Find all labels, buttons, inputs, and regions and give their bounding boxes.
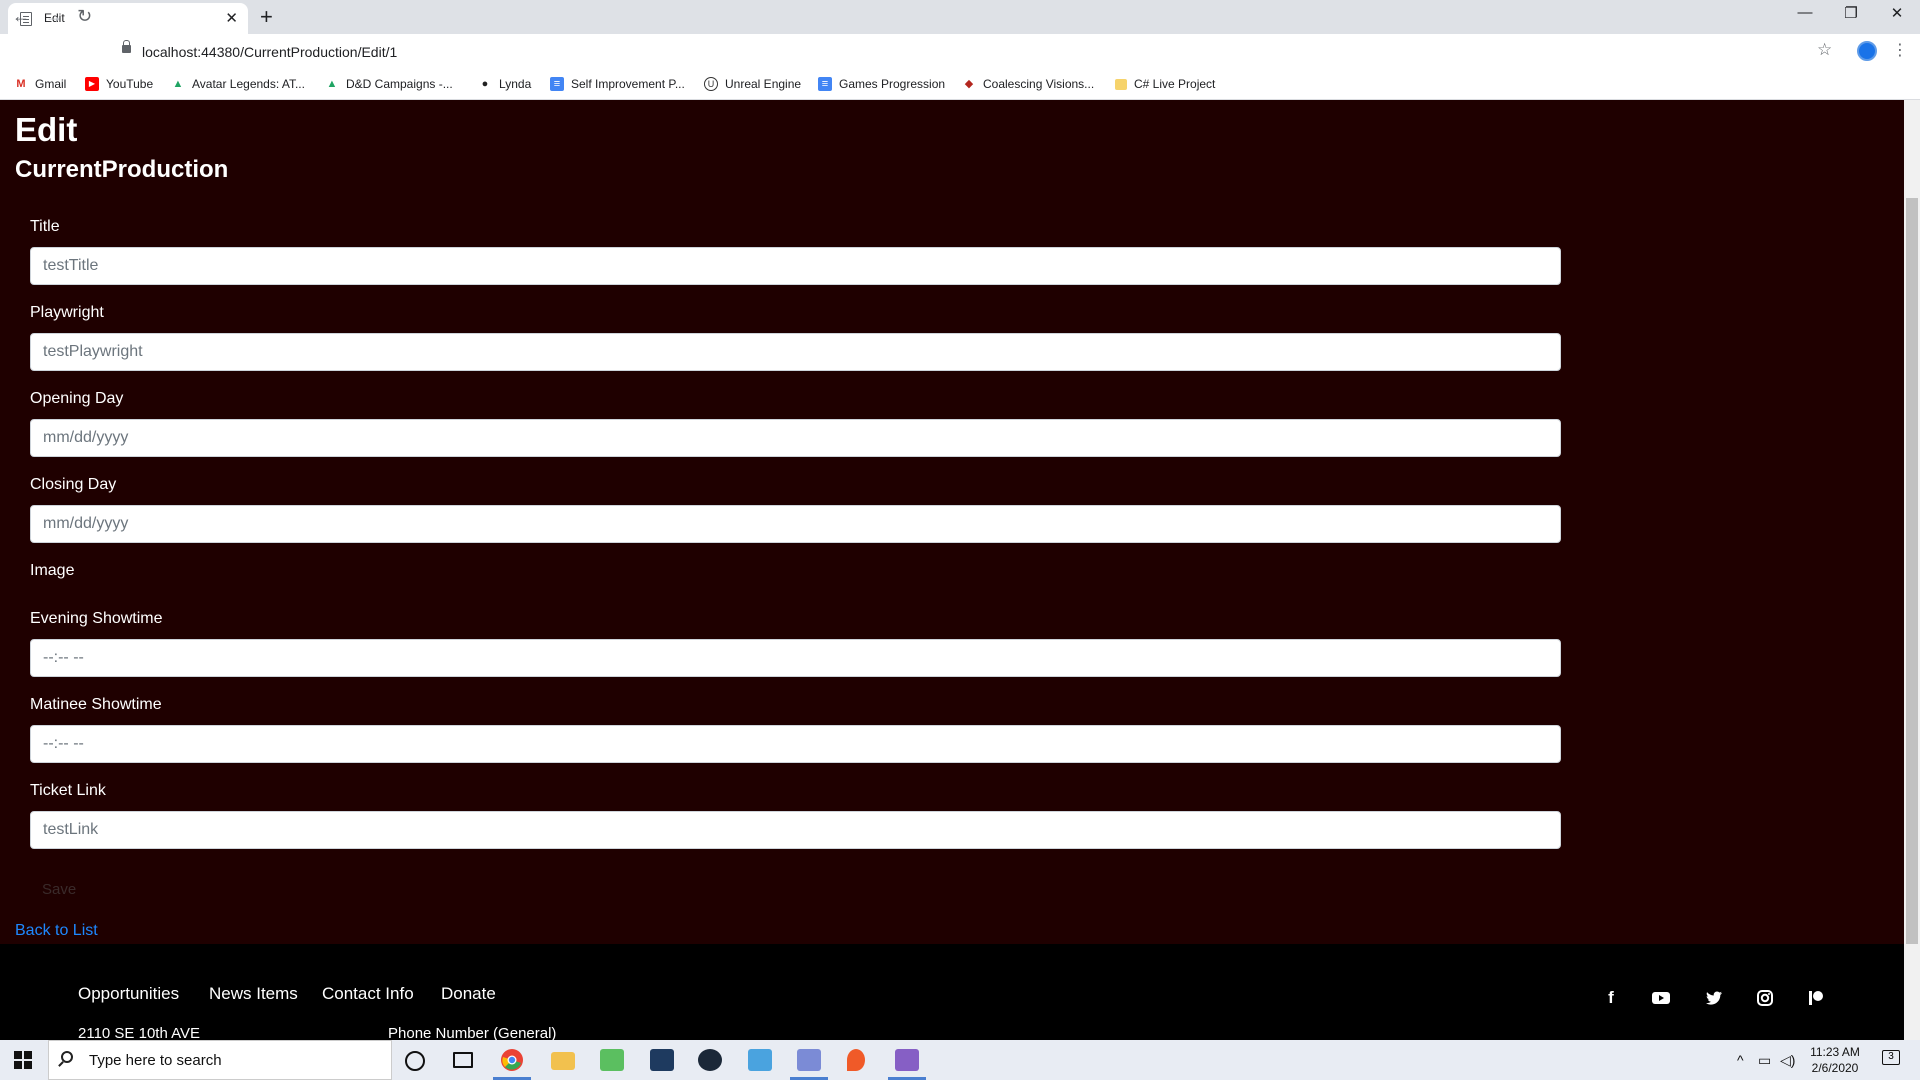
ticket-link-input[interactable] (30, 811, 1561, 849)
ticket-link-label: Ticket Link (30, 782, 106, 799)
file-explorer-icon[interactable] (551, 1052, 575, 1070)
page-subtitle: CurrentProduction (15, 156, 229, 183)
lynda-icon: ● (481, 78, 489, 90)
bookmark-label: Coalescing Visions... (983, 77, 1095, 91)
folder-icon (1115, 78, 1127, 90)
twitter-icon[interactable] (1704, 988, 1724, 1008)
playwright-input[interactable] (30, 333, 1561, 371)
bookmark-gmail[interactable]: M Gmail (14, 77, 66, 91)
bookmark-youtube[interactable]: ▶ YouTube (85, 77, 153, 91)
opening-day-input[interactable] (30, 419, 1561, 457)
close-window-icon[interactable]: ✕ (1874, 4, 1920, 22)
gaming-app-icon[interactable] (797, 1049, 821, 1071)
bookmark-dnd-campaigns[interactable]: ▲ D&D Campaigns -... (325, 77, 453, 91)
footer-link-news-items[interactable]: News Items (209, 984, 298, 1004)
image-label: Image (30, 562, 75, 579)
google-docs-icon: ≡ (550, 77, 564, 91)
bookmark-label: D&D Campaigns -... (346, 77, 453, 91)
reload-icon[interactable]: ↻ (77, 6, 92, 27)
page-content: Edit CurrentProduction Title Playwright … (0, 108, 1904, 944)
back-to-list-link[interactable]: Back to List (15, 922, 98, 940)
steam-icon[interactable] (698, 1049, 722, 1071)
page-title: Edit (15, 111, 78, 148)
bookmark-label: C# Live Project (1134, 77, 1216, 91)
browser-tab[interactable]: Edit ✕ (8, 3, 248, 34)
chrome-icon[interactable] (501, 1049, 523, 1071)
volume-icon[interactable]: ◁) (1780, 1052, 1795, 1069)
bookmark-csharp-live-project[interactable]: C# Live Project (1115, 77, 1215, 91)
visual-studio-icon[interactable] (895, 1049, 919, 1071)
unreal-icon: U (704, 77, 718, 91)
bookmark-label: Unreal Engine (725, 77, 802, 91)
matinee-showtime-label: Matinee Showtime (30, 696, 162, 713)
browser-tab-strip: Edit ✕ + — ❐ ✕ (0, 0, 1920, 34)
maps-icon[interactable] (847, 1049, 865, 1071)
tray-chevron-icon[interactable]: ^ (1737, 1052, 1744, 1068)
footer-link-opportunities[interactable]: Opportunities (78, 984, 179, 1004)
matinee-showtime-input[interactable] (30, 725, 1561, 763)
bookmark-lynda[interactable]: ● Lynda (478, 77, 532, 91)
bookmarks-bar: M Gmail ▶ YouTube ▲ Avatar Legends: AT..… (0, 70, 1920, 100)
forward-arrow-icon[interactable]: → (45, 6, 63, 27)
bookmark-label: Games Progression (839, 77, 946, 91)
close-tab-icon[interactable]: ✕ (225, 9, 238, 27)
bookmark-label: Lynda (499, 77, 532, 91)
network-icon[interactable]: ▭ (1758, 1052, 1771, 1069)
facebook-icon[interactable]: f (1601, 988, 1621, 1008)
taskbar-search-box[interactable]: Type here to search (48, 1040, 392, 1080)
snipping-tool-icon[interactable] (600, 1049, 624, 1071)
google-drive-icon: ▲ (326, 78, 338, 90)
closing-day-input[interactable] (30, 505, 1561, 543)
save-button[interactable]: Save (30, 873, 89, 905)
opening-day-label: Opening Day (30, 390, 124, 407)
google-docs-icon: ≡ (818, 77, 832, 91)
bookmark-avatar-legends[interactable]: ▲ Avatar Legends: AT... (171, 77, 305, 91)
bookmark-icon: ◆ (964, 78, 974, 90)
title-input[interactable] (30, 247, 1561, 285)
unity-icon[interactable] (650, 1049, 674, 1071)
bookmark-self-improvement[interactable]: ≡ Self Improvement P... (550, 77, 685, 91)
search-icon (61, 1051, 73, 1063)
closing-day-label: Closing Day (30, 476, 117, 493)
bookmark-label: Avatar Legends: AT... (192, 77, 305, 91)
notifications-icon[interactable]: 3 (1882, 1050, 1900, 1065)
clock-time: 11:23 AM (1810, 1045, 1860, 1059)
task-view-icon[interactable] (453, 1052, 473, 1068)
profile-avatar[interactable] (1857, 41, 1877, 61)
remote-desktop-icon[interactable] (748, 1049, 772, 1071)
title-label: Title (30, 218, 60, 235)
menu-kebab-icon[interactable]: ⋮ (1892, 40, 1908, 60)
bookmark-unreal-engine[interactable]: U Unreal Engine (704, 77, 801, 91)
bookmark-label: Self Improvement P... (571, 77, 685, 91)
gmail-icon: M (16, 78, 26, 90)
bookmark-label: Gmail (35, 77, 67, 91)
evening-showtime-input[interactable] (30, 639, 1561, 677)
footer-link-donate[interactable]: Donate (441, 984, 496, 1004)
lock-icon[interactable] (122, 40, 131, 53)
taskbar-search-placeholder: Type here to search (89, 1052, 222, 1069)
url-text[interactable]: localhost:44380/CurrentProduction/Edit/1 (142, 44, 397, 60)
windows-start-icon[interactable] (14, 1051, 32, 1069)
minimize-icon[interactable]: — (1782, 4, 1828, 21)
instagram-icon[interactable] (1755, 988, 1775, 1008)
evening-showtime-label: Evening Showtime (30, 610, 163, 627)
new-tab-icon[interactable]: + (260, 3, 273, 31)
scrollbar-thumb[interactable] (1906, 198, 1918, 944)
back-arrow-icon[interactable]: ← (12, 6, 30, 27)
patreon-icon[interactable] (1806, 988, 1826, 1008)
bookmark-games-progression[interactable]: ≡ Games Progression (818, 77, 945, 91)
footer-link-contact-info[interactable]: Contact Info (322, 984, 414, 1004)
youtube-icon[interactable] (1651, 988, 1671, 1008)
bookmark-label: YouTube (106, 77, 154, 91)
cortana-icon[interactable] (405, 1051, 425, 1071)
clock-date: 2/6/2020 (1811, 1061, 1859, 1075)
bookmark-coalescing-visions[interactable]: ◆ Coalescing Visions... (962, 77, 1094, 91)
site-footer: Opportunities News Items Contact Info Do… (0, 944, 1904, 1042)
taskbar-clock[interactable]: 11:23 AM 2/6/2020 (1800, 1044, 1870, 1076)
playwright-label: Playwright (30, 304, 104, 321)
google-drive-icon: ▲ (172, 78, 184, 90)
restore-icon[interactable]: ❐ (1828, 4, 1874, 22)
youtube-icon: ▶ (85, 77, 99, 91)
bookmark-star-icon[interactable]: ☆ (1817, 40, 1832, 60)
